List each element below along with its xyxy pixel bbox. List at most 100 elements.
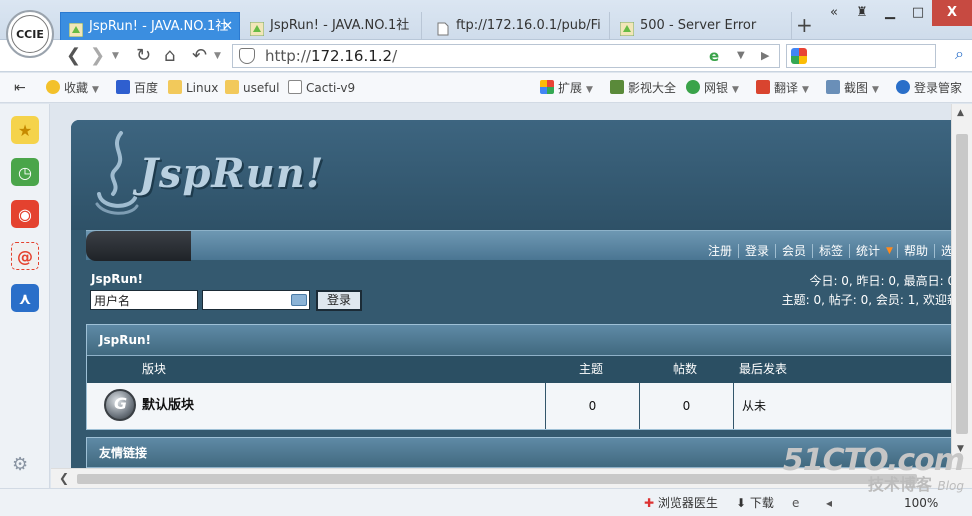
folder-icon [225, 80, 239, 94]
forum-last-post: 从未 [733, 383, 951, 429]
forum-name-link[interactable]: 默认版块 [142, 383, 194, 429]
jsprun-favicon-icon [619, 19, 635, 37]
forum-box-title[interactable]: JspRun! [87, 325, 951, 356]
gear-icon[interactable]: ⚙ [12, 454, 28, 475]
refresh-button[interactable]: ↻ [136, 44, 151, 68]
home-button[interactable]: ⌂ [164, 44, 175, 68]
chevron-down-icon: ▼ [732, 85, 739, 95]
chevron-down-icon: ▼ [872, 85, 879, 95]
menu-members[interactable]: 会员 [775, 244, 812, 258]
bookmark-linux[interactable]: Linux [168, 73, 218, 103]
back-button[interactable]: ❮ [66, 44, 81, 68]
tab-4[interactable]: 500 - Server Error [612, 12, 792, 40]
history-clock-icon[interactable]: ◷ [11, 158, 39, 186]
menu-register[interactable]: 注册 [702, 244, 738, 258]
minimize-button[interactable]: ▁ [876, 0, 904, 26]
tab-1[interactable]: JspRun! - JAVA.NO.1社 ✕ [60, 12, 240, 40]
toolbar-screenshot[interactable]: 截图 ▼ [826, 73, 879, 105]
search-input[interactable] [786, 44, 936, 68]
forum-posts: 0 [639, 383, 733, 429]
password-input[interactable] [202, 290, 310, 310]
keyboard-icon[interactable] [291, 294, 307, 306]
new-tab-button[interactable]: + [796, 14, 813, 36]
folder-icon [168, 80, 182, 94]
menu-tags[interactable]: 标签 [812, 244, 849, 258]
forum-box: JspRun! 版块 主题 帖数 最后发表 默认版块 0 0 从未 [86, 324, 951, 430]
scroll-left-icon[interactable]: ❮ [59, 471, 69, 485]
doctor-cross-icon: ✚ [644, 496, 655, 510]
col-forum: 版块 [142, 362, 167, 376]
address-bar[interactable]: http://172.16.1.2/ e ▼ ▶ [232, 44, 780, 68]
forum-topics: 0 [545, 383, 639, 429]
jsprun-page: JspRun! 注册 登录 会员 标签 统计 ▼ 帮助 选择 JspRun! 登… [71, 120, 951, 468]
app-icon[interactable]: ⋏ [11, 284, 39, 312]
sidebar-toggle-icon[interactable]: ⇤ [14, 73, 26, 103]
vertical-scroll-thumb[interactable] [956, 134, 968, 434]
toolbar-bank[interactable]: 网银 ▼ [686, 73, 739, 105]
forum-column-header: 版块 主题 帖数 最后发表 [87, 356, 951, 383]
col-posts: 帖数 [673, 362, 698, 376]
search-engine-icon[interactable] [791, 48, 807, 64]
col-last-post: 最后发表 [739, 362, 788, 376]
forward-dropdown-icon[interactable]: ▼ [112, 44, 119, 68]
weibo-icon[interactable]: ◉ [11, 200, 39, 228]
site-header: JspRun! [71, 120, 951, 230]
login-row: JspRun! 登录 今日: 0, 昨日: 0, 最高日: 0 帖 主题: 0,… [71, 260, 951, 320]
maximize-button[interactable]: □ [904, 0, 932, 26]
skin-icon[interactable]: ♜ [848, 0, 876, 26]
username-input[interactable] [90, 290, 198, 310]
browser-doctor[interactable]: ✚ 浏览器医生 [644, 489, 718, 516]
go-arrow-icon[interactable]: ▶ [761, 45, 769, 67]
scroll-up-icon[interactable]: ▲ [957, 108, 964, 118]
security-shield-icon [239, 48, 255, 64]
chevron-down-icon: ▼ [92, 85, 99, 95]
bank-shield-icon [686, 80, 700, 94]
download-arrow-icon: ⬇ [736, 496, 747, 510]
film-icon [610, 80, 624, 94]
search-icon[interactable]: ⌕ [955, 44, 964, 64]
ie-engine-icon[interactable]: e [709, 48, 725, 64]
vertical-scrollbar[interactable]: ▲ ▼ [951, 104, 972, 468]
close-button[interactable]: X [932, 0, 972, 26]
forward-button[interactable]: ❯ [90, 44, 105, 68]
undo-dropdown-icon[interactable]: ▼ [214, 44, 221, 68]
translate-icon [756, 80, 770, 94]
url-text[interactable]: http://172.16.1.2/ [265, 45, 397, 67]
toolbar-video[interactable]: 影视大全 [610, 73, 676, 103]
undo-button[interactable]: ↶ [192, 44, 207, 68]
bookmark-baidu[interactable]: 百度 [116, 73, 158, 103]
download-button[interactable]: ⬇ 下载 [736, 489, 774, 516]
menu-stats-dropdown-icon[interactable]: ▼ [886, 244, 897, 258]
url-dropdown-icon[interactable]: ▼ [737, 45, 745, 67]
bookmark-useful[interactable]: useful [225, 73, 279, 103]
favorites-star-icon[interactable]: ★ [11, 116, 39, 144]
key-icon [896, 80, 910, 94]
bookmark-favorites[interactable]: 收藏 ▼ [46, 73, 99, 105]
flame-logo-icon [95, 131, 139, 215]
menu-help[interactable]: 帮助 [896, 244, 934, 258]
forum-status-icon [104, 389, 136, 421]
table-row: 默认版块 0 0 从未 [87, 383, 951, 429]
toolbar-translate[interactable]: 翻译 ▼ [756, 73, 809, 105]
chevron-left-icon[interactable]: « [820, 0, 848, 26]
col-topics: 主题 [579, 362, 604, 376]
browser-sidebar: ★ ◷ ◉ @ ⋏ ⚙ [0, 104, 50, 488]
menu-select[interactable]: 选择 [933, 244, 951, 258]
tab-2[interactable]: JspRun! - JAVA.NO.1社 [242, 12, 422, 40]
menu-login[interactable]: 登录 [737, 244, 775, 258]
menu-stats[interactable]: 统计 [849, 244, 886, 258]
chevron-down-icon: ▼ [802, 85, 809, 95]
mail-at-icon[interactable]: @ [11, 242, 39, 270]
navigation-bar: ❮ ❯ ▼ ↻ ⌂ ↶ ▼ http://172.16.1.2/ e ▼ ▶ [0, 40, 972, 72]
tab-close-icon[interactable]: ✕ [222, 13, 233, 40]
bookmark-cacti[interactable]: Cacti-v9 [288, 73, 355, 103]
toolbar-extensions[interactable]: 扩展 ▼ [540, 73, 593, 105]
page-viewport: JspRun! 注册 登录 会员 标签 统计 ▼ 帮助 选择 JspRun! 登… [51, 104, 951, 468]
login-button[interactable]: 登录 [316, 290, 362, 311]
star-icon [46, 80, 60, 94]
page-icon [288, 80, 302, 94]
tab-3[interactable]: ftp://172.16.0.1/pub/Fi [428, 12, 610, 40]
jsprun-logo[interactable]: JspRun! [91, 128, 323, 218]
toolbar-login-manager[interactable]: 登录管家 [896, 73, 962, 103]
stats-totals: 主题: 0, 帖子: 0, 会员: 1, 欢迎新会 [781, 293, 951, 307]
